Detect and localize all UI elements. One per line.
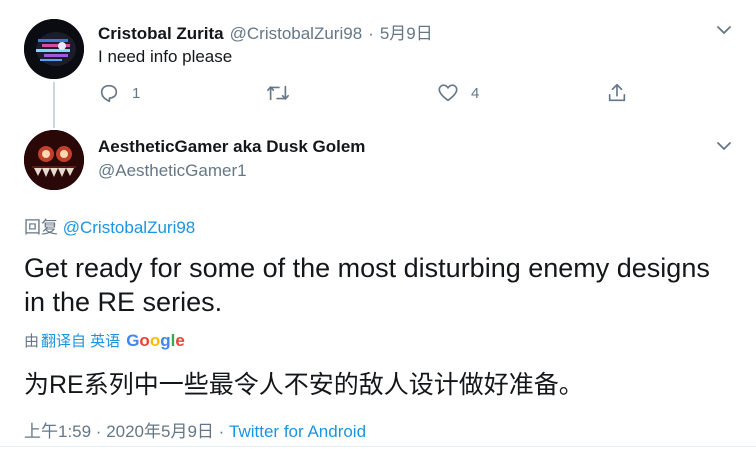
parent-display-name[interactable]: Cristobal Zurita xyxy=(98,24,224,44)
tweet-source-link[interactable]: Twitter for Android xyxy=(229,422,366,441)
reply-count: 1 xyxy=(132,84,141,102)
reply-icon xyxy=(98,82,120,104)
google-logo: Google xyxy=(126,330,185,350)
parent-tweet-header: Cristobal Zurita @CristobalZuri98 · 5月9日 xyxy=(98,19,433,44)
avatar-image xyxy=(24,130,84,190)
main-handle[interactable]: @AestheticGamer1 xyxy=(98,161,247,181)
reply-to-handle-link[interactable]: @CristobalZuri98 xyxy=(63,218,196,237)
avatar-image xyxy=(24,19,84,79)
tweet-metadata: 上午1:59 · 2020年5月9日 · Twitter for Android xyxy=(24,417,366,442)
parent-date[interactable]: 5月9日 xyxy=(380,19,433,44)
reply-button[interactable]: 1 xyxy=(98,82,140,104)
retweet-button[interactable] xyxy=(266,82,290,104)
parent-chevron-down-icon[interactable] xyxy=(716,22,732,43)
reply-prefix: 回复 xyxy=(24,218,58,237)
parent-dot: · xyxy=(368,24,374,43)
parent-handle[interactable]: @CristobalZuri98 xyxy=(230,24,363,44)
meta-separator: · xyxy=(213,422,230,441)
tweet-timestamp[interactable]: 上午1:59 · 2020年5月9日 xyxy=(24,422,214,441)
share-button[interactable] xyxy=(606,82,628,104)
translation-attribution: 由 翻译自 英语 Google xyxy=(24,330,185,351)
translate-from-english-link[interactable]: 翻译自 英语 xyxy=(41,330,120,351)
heart-icon xyxy=(437,82,459,104)
translated-by-prefix: 由 xyxy=(24,333,40,350)
parent-tweet-text: I need info please xyxy=(98,47,233,66)
retweet-icon xyxy=(266,82,290,104)
main-chevron-down-icon[interactable] xyxy=(716,138,732,159)
thread-connector-line xyxy=(53,82,55,128)
avatar-cristobal[interactable] xyxy=(24,19,84,79)
replying-to: 回复 @CristobalZuri98 xyxy=(24,213,195,238)
share-icon xyxy=(606,82,628,104)
main-tweet-text: Get ready for some of the most disturbin… xyxy=(24,253,710,317)
bottom-divider xyxy=(0,446,756,447)
like-button[interactable]: 4 xyxy=(437,82,479,104)
like-count: 4 xyxy=(471,84,480,102)
avatar-aestheticgamer[interactable] xyxy=(24,130,84,190)
main-display-name[interactable]: AestheticGamer aka Dusk Golem xyxy=(98,137,365,157)
translated-text: 为RE系列中一些最令人不安的敌人设计做好准备。 xyxy=(24,371,584,399)
